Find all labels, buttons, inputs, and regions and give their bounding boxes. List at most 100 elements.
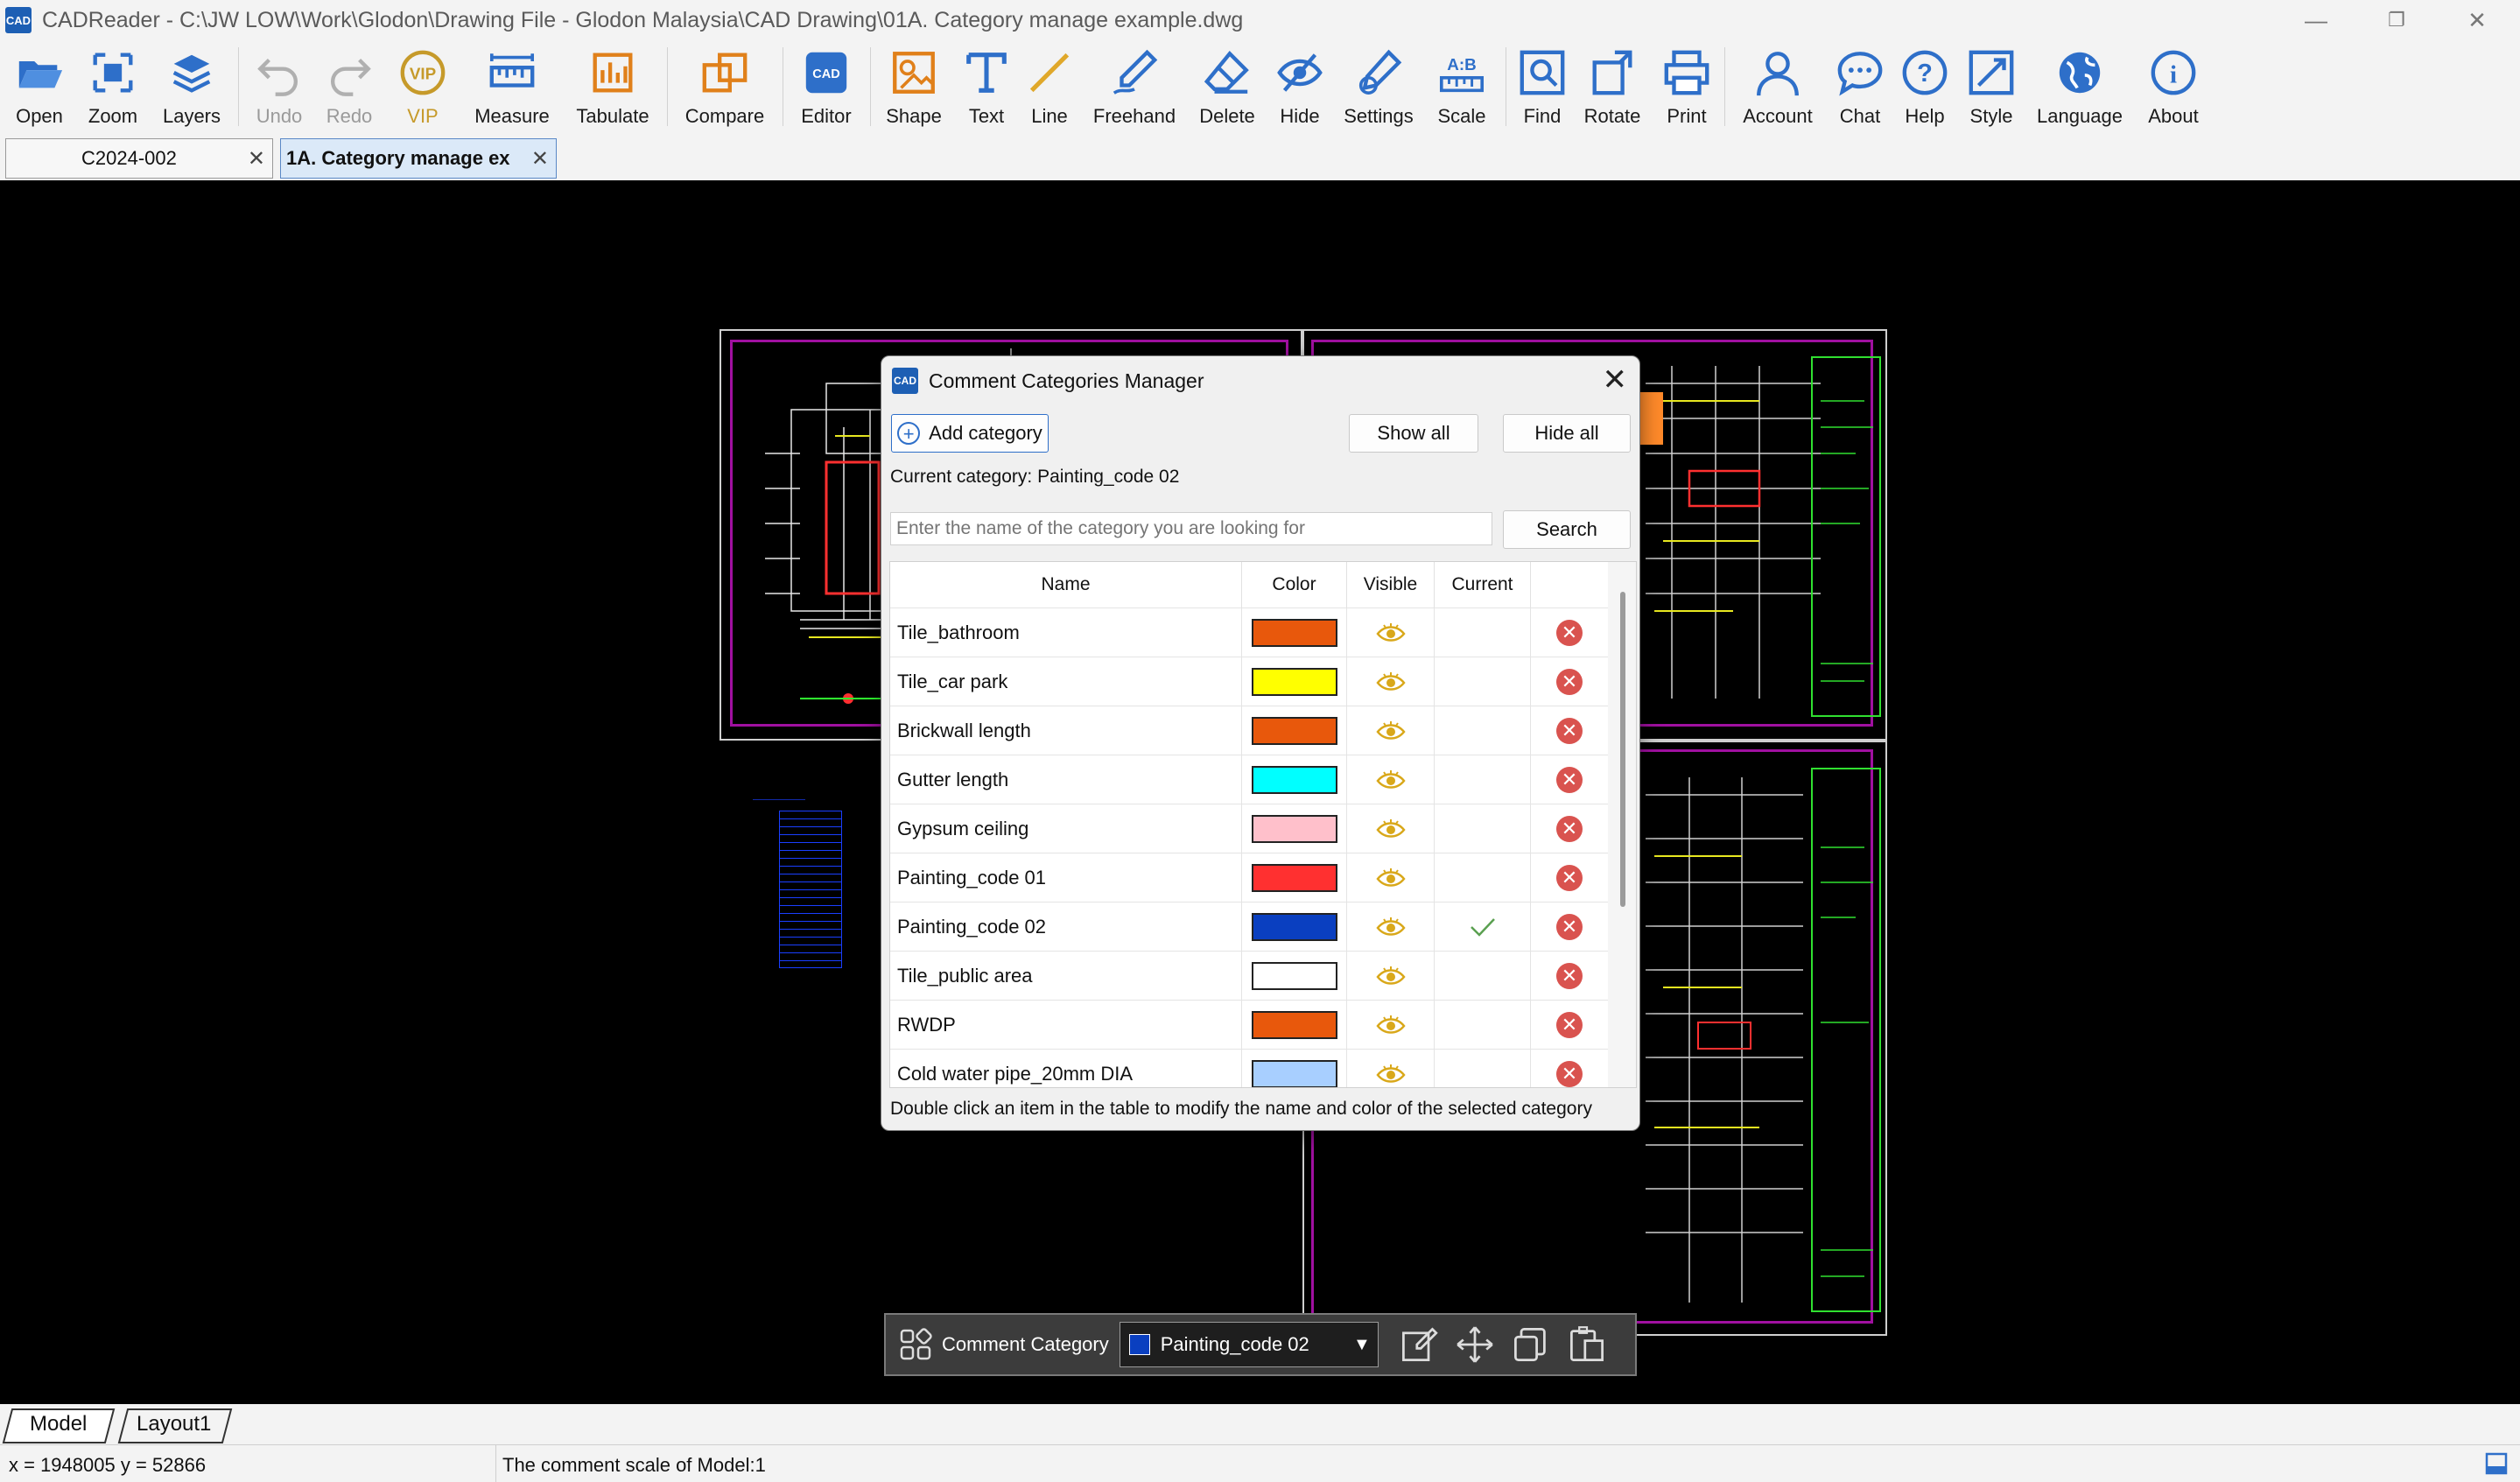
delete-category-icon[interactable]: ✕ bbox=[1556, 669, 1583, 695]
column-name-header[interactable]: Name bbox=[890, 562, 1242, 608]
zoom-button[interactable]: Zoom bbox=[84, 40, 142, 135]
category-color-cell[interactable] bbox=[1242, 608, 1347, 657]
delete-category-icon[interactable]: ✕ bbox=[1556, 816, 1583, 842]
table-scrollbar[interactable] bbox=[1608, 562, 1636, 1087]
panel-toggle-icon[interactable] bbox=[2485, 1452, 2508, 1475]
add-category-button[interactable]: + Add category bbox=[891, 414, 1049, 453]
category-color-cell[interactable] bbox=[1242, 804, 1347, 853]
table-row[interactable]: Painting_code 01 ✕ bbox=[890, 853, 1608, 903]
find-button[interactable]: Find bbox=[1516, 40, 1569, 135]
delete-category-icon[interactable]: ✕ bbox=[1556, 1061, 1583, 1087]
language-button[interactable]: Language bbox=[2036, 40, 2123, 135]
scrollbar-thumb[interactable] bbox=[1620, 592, 1625, 907]
close-dialog-icon[interactable]: ✕ bbox=[1603, 365, 1628, 395]
category-visible-cell[interactable] bbox=[1347, 1001, 1435, 1050]
category-color-cell[interactable] bbox=[1242, 952, 1347, 1001]
category-color-swatch[interactable] bbox=[1251, 864, 1337, 892]
category-color-cell[interactable] bbox=[1242, 755, 1347, 804]
move-icon[interactable] bbox=[1456, 1325, 1494, 1364]
column-visible-header[interactable]: Visible bbox=[1347, 562, 1435, 608]
eye-icon[interactable] bbox=[1375, 916, 1406, 938]
table-row[interactable]: RWDP ✕ bbox=[890, 1000, 1608, 1050]
redo-button[interactable]: Redo bbox=[322, 40, 376, 135]
category-current-cell[interactable] bbox=[1435, 1050, 1531, 1087]
close-window-icon[interactable]: ✕ bbox=[2437, 0, 2517, 40]
table-row[interactable]: Brickwall length ✕ bbox=[890, 706, 1608, 755]
category-color-swatch[interactable] bbox=[1251, 668, 1337, 696]
category-current-cell[interactable] bbox=[1435, 608, 1531, 657]
close-tab-icon[interactable]: ✕ bbox=[248, 146, 265, 172]
eye-icon[interactable] bbox=[1375, 818, 1406, 840]
category-color-swatch[interactable] bbox=[1251, 913, 1337, 941]
category-current-cell[interactable] bbox=[1435, 853, 1531, 903]
chat-button[interactable]: Chat bbox=[1831, 40, 1889, 135]
tab-layout1[interactable]: Layout1 bbox=[137, 1408, 211, 1441]
eye-icon[interactable] bbox=[1375, 671, 1406, 693]
account-button[interactable]: Account bbox=[1738, 40, 1817, 135]
category-visible-cell[interactable] bbox=[1347, 903, 1435, 952]
category-color-swatch[interactable] bbox=[1251, 815, 1337, 843]
delete-category-icon[interactable]: ✕ bbox=[1556, 767, 1583, 793]
category-visible-cell[interactable] bbox=[1347, 657, 1435, 706]
category-color-swatch[interactable] bbox=[1251, 1011, 1337, 1039]
table-row[interactable]: Gypsum ceiling ✕ bbox=[890, 804, 1608, 853]
eye-icon[interactable] bbox=[1375, 1063, 1406, 1085]
category-grid-icon[interactable] bbox=[898, 1327, 933, 1362]
category-current-cell[interactable] bbox=[1435, 804, 1531, 853]
eye-icon[interactable] bbox=[1375, 622, 1406, 644]
undo-button[interactable]: Undo bbox=[252, 40, 306, 135]
category-search-input[interactable] bbox=[890, 512, 1492, 545]
edit-comment-icon[interactable] bbox=[1400, 1325, 1438, 1364]
category-current-cell[interactable] bbox=[1435, 903, 1531, 952]
category-current-cell[interactable] bbox=[1435, 657, 1531, 706]
eye-icon[interactable] bbox=[1375, 769, 1406, 791]
category-visible-cell[interactable] bbox=[1347, 608, 1435, 657]
text-button[interactable]: Text bbox=[958, 40, 1015, 135]
table-row[interactable]: Gutter length ✕ bbox=[890, 755, 1608, 804]
category-visible-cell[interactable] bbox=[1347, 706, 1435, 755]
column-current-header[interactable]: Current bbox=[1435, 562, 1531, 608]
category-color-swatch[interactable] bbox=[1251, 717, 1337, 745]
category-color-cell[interactable] bbox=[1242, 706, 1347, 755]
delete-category-icon[interactable]: ✕ bbox=[1556, 865, 1583, 891]
table-row[interactable]: Painting_code 02 ✕ bbox=[890, 902, 1608, 952]
category-current-cell[interactable] bbox=[1435, 952, 1531, 1001]
category-color-swatch[interactable] bbox=[1251, 619, 1337, 647]
layers-button[interactable]: Layers bbox=[161, 40, 222, 135]
hide-button[interactable]: Hide bbox=[1273, 40, 1327, 135]
category-visible-cell[interactable] bbox=[1347, 853, 1435, 903]
close-tab-icon[interactable]: ✕ bbox=[531, 146, 549, 172]
about-button[interactable]: i About bbox=[2141, 40, 2206, 135]
rotate-button[interactable]: Rotate bbox=[1581, 40, 1644, 135]
column-color-header[interactable]: Color bbox=[1242, 562, 1347, 608]
table-row[interactable]: Cold water pipe_20mm DIA ✕ bbox=[890, 1049, 1608, 1087]
scale-button[interactable]: A:B Scale bbox=[1432, 40, 1492, 135]
category-current-cell[interactable] bbox=[1435, 1001, 1531, 1050]
measure-button[interactable]: Measure bbox=[474, 40, 550, 135]
category-current-cell[interactable] bbox=[1435, 706, 1531, 755]
category-color-cell[interactable] bbox=[1242, 1050, 1347, 1087]
hide-all-button[interactable]: Hide all bbox=[1503, 414, 1631, 453]
show-all-button[interactable]: Show all bbox=[1349, 414, 1478, 453]
table-row[interactable]: Tile_public area ✕ bbox=[890, 951, 1608, 1001]
eye-icon[interactable] bbox=[1375, 867, 1406, 889]
category-color-cell[interactable] bbox=[1242, 657, 1347, 706]
compare-button[interactable]: Compare bbox=[683, 40, 767, 135]
copy-icon[interactable] bbox=[1512, 1325, 1550, 1364]
tabulate-button[interactable]: Tabulate bbox=[574, 40, 651, 135]
category-visible-cell[interactable] bbox=[1347, 804, 1435, 853]
category-current-cell[interactable] bbox=[1435, 755, 1531, 804]
category-color-swatch[interactable] bbox=[1251, 1060, 1337, 1087]
search-button[interactable]: Search bbox=[1503, 510, 1631, 549]
delete-button[interactable]: Delete bbox=[1196, 40, 1259, 135]
eye-icon[interactable] bbox=[1375, 1014, 1406, 1036]
delete-category-icon[interactable]: ✕ bbox=[1556, 1012, 1583, 1038]
delete-category-icon[interactable]: ✕ bbox=[1556, 718, 1583, 744]
category-visible-cell[interactable] bbox=[1347, 1050, 1435, 1087]
category-visible-cell[interactable] bbox=[1347, 755, 1435, 804]
minimize-icon[interactable]: — bbox=[2276, 0, 2356, 40]
tab-c2024-002[interactable]: C2024-002 ✕ bbox=[5, 138, 273, 179]
print-button[interactable]: Print bbox=[1658, 40, 1716, 135]
category-color-cell[interactable] bbox=[1242, 903, 1347, 952]
freehand-button[interactable]: Freehand bbox=[1089, 40, 1180, 135]
